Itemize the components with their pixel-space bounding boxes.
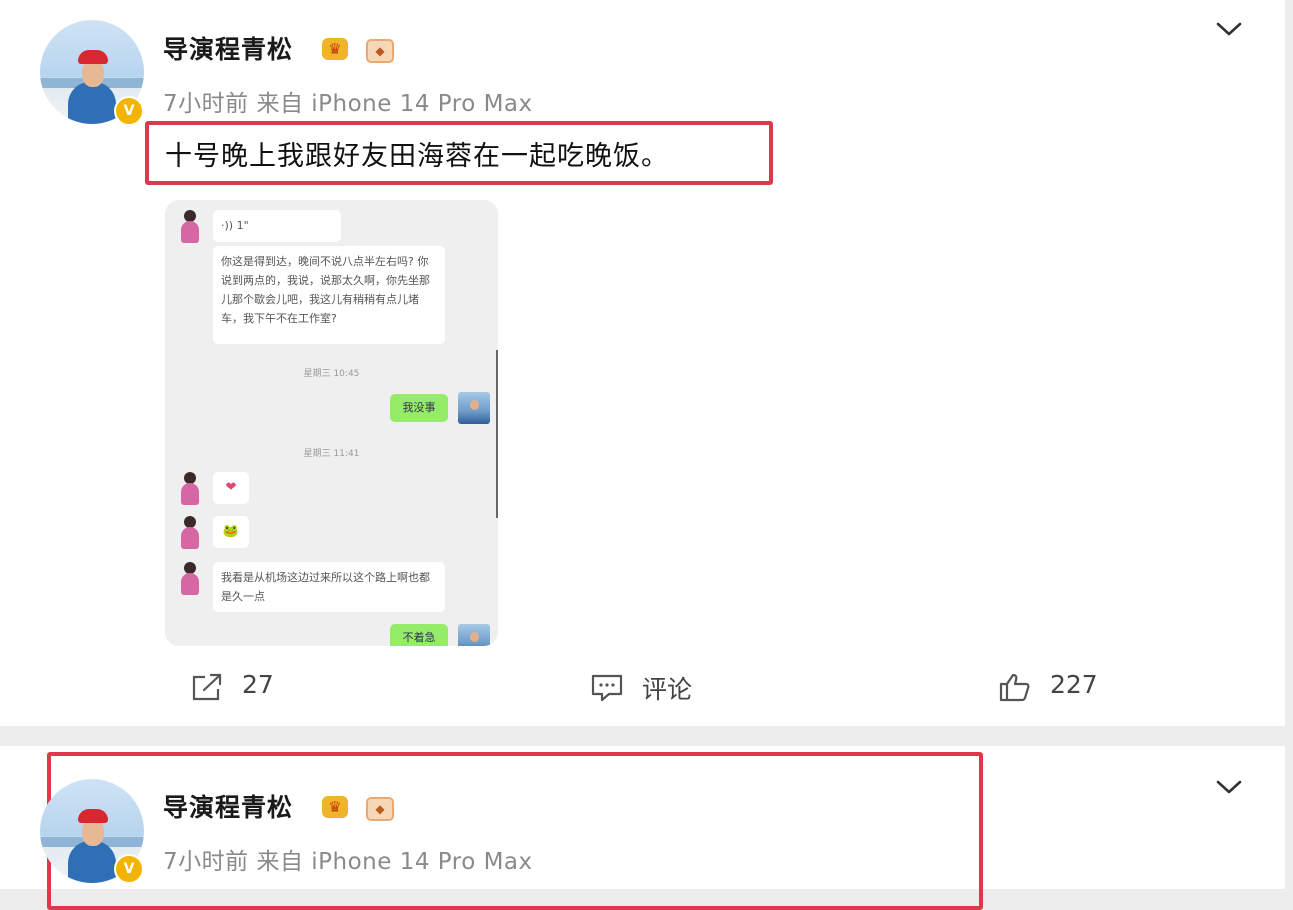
- chat-bubble-sticker: 🐸: [213, 516, 249, 548]
- verified-icon: V: [114, 96, 144, 126]
- member-badge-icon[interactable]: ◆: [366, 797, 394, 821]
- share-icon: [192, 673, 222, 701]
- repost-count: 27: [242, 670, 274, 699]
- chevron-down-icon[interactable]: [1215, 20, 1243, 38]
- highlight-frame: [47, 752, 983, 910]
- username[interactable]: 导演程青松: [163, 30, 293, 66]
- chat-timestamp: 星期三 10:45: [303, 369, 360, 379]
- post-meta: 7小时前 来自 iPhone 14 Pro Max: [163, 842, 533, 876]
- thumbs-up-icon: [999, 673, 1030, 702]
- post-text: 十号晚上我跟好友田海蓉在一起吃晚饭。: [165, 141, 669, 172]
- chat-bubble: 你这是得到达，晚间不说八点半左右吗? 你说到两点的，我说，说那太久啊，你先坐那儿…: [213, 246, 445, 344]
- repost-button[interactable]: 27: [190, 668, 310, 704]
- member-badge-icon[interactable]: ◆: [366, 39, 394, 63]
- post-time: 7小时前: [163, 91, 249, 117]
- like-button[interactable]: 227: [998, 668, 1118, 704]
- chat-avatar-left: [175, 472, 205, 506]
- post-time: 7小时前: [163, 849, 249, 875]
- crown-badge-icon[interactable]: ♛: [322, 38, 348, 60]
- chat-avatar-right: [458, 392, 490, 424]
- comment-label: 评论: [642, 675, 693, 704]
- chat-bubble-self: 我没事: [390, 394, 448, 422]
- chat-bubble: 我看是从机场这边过来所以这个路上啊也都是久一点: [213, 562, 445, 612]
- username[interactable]: 导演程青松: [163, 788, 293, 824]
- chat-avatar-left: [175, 210, 205, 244]
- post-source[interactable]: 来自 iPhone 14 Pro Max: [256, 91, 532, 117]
- comment-button[interactable]: 评论: [590, 668, 720, 704]
- post-source[interactable]: 来自 iPhone 14 Pro Max: [256, 849, 532, 875]
- chat-timestamp: 星期三 11:41: [303, 449, 360, 459]
- post-card: V 导演程青松 ♛ ◆ 7小时前 来自 iPhone 14 Pro Max: [0, 746, 1285, 910]
- comment-icon: [591, 674, 623, 702]
- chat-bubble-self: 不着急: [390, 624, 448, 646]
- chat-bubble-heart: ❤: [213, 472, 249, 504]
- chat-scrollbar: [496, 350, 498, 518]
- crown-badge-icon[interactable]: ♛: [322, 796, 348, 818]
- chevron-down-icon[interactable]: [1215, 778, 1243, 796]
- chat-bubble-voice: ·)) 1": [213, 210, 341, 242]
- like-count: 227: [1050, 670, 1098, 699]
- chat-avatar-left: [175, 516, 205, 550]
- post-image-chat-screenshot[interactable]: ·)) 1" 你这是得到达，晚间不说八点半左右吗? 你说到两点的，我说，说那太久…: [165, 200, 498, 646]
- post-card: V 导演程青松 ♛ ◆ 7小时前 来自 iPhone 14 Pro Max 十号…: [0, 0, 1285, 726]
- chat-avatar-left: [175, 562, 205, 596]
- verified-icon: V: [114, 854, 144, 884]
- post-meta: 7小时前 来自 iPhone 14 Pro Max: [163, 84, 533, 118]
- chat-avatar-right: [458, 624, 490, 646]
